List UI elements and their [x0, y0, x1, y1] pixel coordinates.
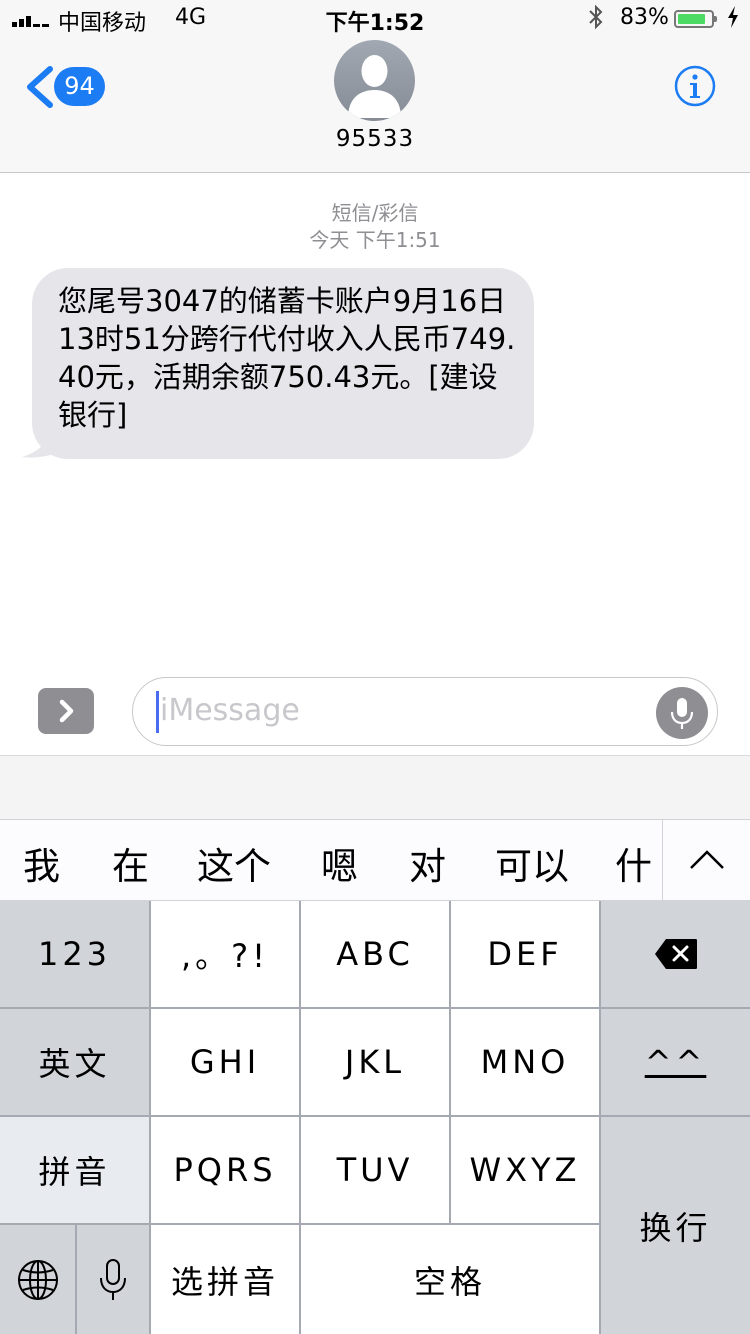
candidate-word[interactable]: 什	[615, 836, 652, 890]
key-def[interactable]: DEF	[451, 901, 599, 1007]
key-select-pinyin[interactable]: 选拼音	[151, 1225, 299, 1334]
candidate-word[interactable]: 在	[112, 836, 149, 890]
candidate-bar: 我 在 这个 嗯 对 可以 什	[0, 819, 750, 901]
key-tuv[interactable]: TUV	[301, 1117, 449, 1223]
key-ghi[interactable]: GHI	[151, 1009, 299, 1115]
key-english[interactable]: 英文	[0, 1009, 149, 1115]
incoming-message-bubble[interactable]: 您尾号3047的储蓄卡账户9月16日13时51分跨行代付收入人民币749.40元…	[32, 268, 534, 459]
text-cursor	[156, 691, 159, 733]
key-jkl[interactable]: JKL	[301, 1009, 449, 1115]
key-mno[interactable]: MNO	[451, 1009, 599, 1115]
keyboard: 123 ,。?! ABC DEF 英文 GHI JKL MNO ^^ 拼音 PQ…	[0, 901, 750, 1334]
back-chevron-icon[interactable]	[22, 66, 56, 108]
delete-key[interactable]	[601, 901, 750, 1007]
contact-name[interactable]: 95533	[0, 126, 750, 152]
status-bar: 中国移动 4G 下午1:52 83%	[0, 0, 750, 40]
key-abc[interactable]: ABC	[301, 901, 449, 1007]
globe-key[interactable]	[0, 1225, 75, 1334]
candidate-word[interactable]: 我	[23, 836, 60, 890]
collapse-candidates-icon[interactable]	[662, 820, 750, 900]
microphone-icon	[100, 1258, 126, 1300]
return-key[interactable]: 换行	[601, 1117, 750, 1334]
key-punctuation[interactable]: ,。?!	[151, 901, 299, 1007]
battery-percent: 83%	[620, 5, 669, 30]
candidate-word[interactable]: 对	[409, 836, 446, 890]
key-pinyin[interactable]: 拼音	[0, 1117, 149, 1223]
message-timestamp: 今天 下午1:51	[309, 228, 441, 252]
imessage-placeholder: iMessage	[160, 693, 300, 728]
candidate-word[interactable]: 可以	[495, 836, 569, 890]
key-wxyz[interactable]: WXYZ	[451, 1117, 599, 1223]
bluetooth-icon	[588, 4, 604, 36]
app-tray	[0, 755, 750, 820]
expand-chevron-icon[interactable]	[38, 688, 94, 734]
service-label: 短信/彩信	[331, 201, 419, 225]
candidate-word[interactable]: 嗯	[321, 836, 358, 890]
globe-icon	[17, 1259, 58, 1300]
charging-icon	[727, 6, 739, 33]
key-numbers[interactable]: 123	[0, 901, 149, 1007]
key-emoticon[interactable]: ^^	[601, 1009, 750, 1115]
info-icon[interactable]	[674, 65, 716, 107]
unread-count-badge[interactable]: 94	[54, 67, 105, 106]
key-pqrs[interactable]: PQRS	[151, 1117, 299, 1223]
battery-icon	[674, 10, 717, 28]
avatar-placeholder-icon[interactable]	[334, 40, 415, 121]
dictation-key[interactable]	[77, 1225, 149, 1334]
delete-icon	[654, 939, 697, 969]
candidate-word[interactable]: 这个	[197, 836, 271, 890]
space-key[interactable]: 空格	[301, 1225, 599, 1334]
conversation-header: 94 95533	[0, 40, 750, 173]
microphone-icon[interactable]	[656, 687, 708, 739]
